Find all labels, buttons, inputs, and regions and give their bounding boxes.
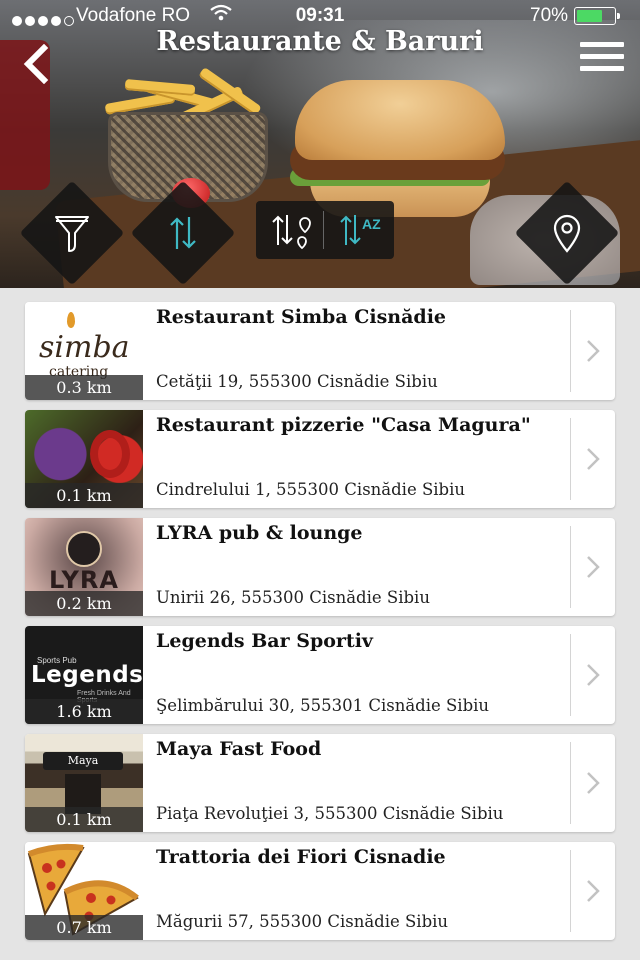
thumbnail-logo-text: Maya — [43, 752, 123, 770]
place-name: Restaurant pizzerie "Casa Magura" — [156, 414, 531, 436]
thumbnail-logo-text: LYRA — [49, 566, 119, 594]
sort-alphabetical-button[interactable]: AZ — [328, 201, 394, 259]
place-thumbnail: LYRA 0.2 km — [25, 518, 143, 616]
place-address: Cindrelului 1, 555300 Cisnădie Sibiu — [156, 480, 466, 499]
place-thumbnail: simba catering 0.3 km — [25, 302, 143, 400]
list-item[interactable]: 0.1 km Restaurant pizzerie "Casa Magura"… — [25, 410, 615, 508]
list-item[interactable]: simba catering 0.3 km Restaurant Simba C… — [25, 302, 615, 400]
list-item[interactable]: LYRA 0.2 km LYRA pub & lounge Unirii 26,… — [25, 518, 615, 616]
places-list: simba catering 0.3 km Restaurant Simba C… — [25, 302, 615, 950]
sort-az-icon: AZ — [340, 215, 381, 245]
distance-badge: 0.1 km — [25, 483, 143, 508]
menu-button[interactable] — [580, 42, 624, 74]
list-item[interactable]: Sports Pub Legends Fresh Drinks And Spor… — [25, 626, 615, 724]
place-name: Legends Bar Sportiv — [156, 630, 373, 652]
list-item[interactable]: Maya 0.1 km Maya Fast Food Piaţa Revoluţ… — [25, 734, 615, 832]
distance-badge: 0.7 km — [25, 915, 143, 940]
sort-by-distance-icon — [272, 215, 311, 250]
thumbnail-logo-text: Legends — [31, 662, 143, 688]
place-address: Măgurii 57, 555300 Cisnădie Sibiu — [156, 912, 449, 931]
place-address: Cetăţii 19, 555300 Cisnădie Sibiu — [156, 372, 438, 391]
chevron-right-icon — [587, 664, 600, 686]
distance-badge: 0.2 km — [25, 591, 143, 616]
place-thumbnail: 0.1 km — [25, 410, 143, 508]
distance-badge: 1.6 km — [25, 699, 143, 724]
place-thumbnail: Sports Pub Legends Fresh Drinks And Spor… — [25, 626, 143, 724]
sort-by-distance-button[interactable] — [256, 201, 322, 259]
place-name: Trattoria dei Fiori Cisnadie — [156, 846, 446, 868]
chevron-right-icon — [587, 448, 600, 470]
battery-icon — [574, 7, 620, 25]
hamburger-menu-icon — [580, 42, 624, 47]
place-thumbnail: 0.7 km — [25, 842, 143, 940]
place-name: Maya Fast Food — [156, 738, 322, 760]
sort-az-label: AZ — [362, 216, 381, 232]
divider — [570, 418, 571, 500]
battery-percent: 70% — [530, 5, 569, 26]
chevron-right-icon — [587, 880, 600, 902]
page-title: Restaurante & Baruri — [156, 26, 484, 57]
place-name: Restaurant Simba Cisnădie — [156, 306, 447, 328]
divider — [570, 742, 571, 824]
distance-badge: 0.1 km — [25, 807, 143, 832]
divider — [570, 526, 571, 608]
chevron-right-icon — [587, 340, 600, 362]
place-name: LYRA pub & lounge — [156, 522, 363, 544]
list-item[interactable]: 0.7 km Trattoria dei Fiori Cisnadie Măgu… — [25, 842, 615, 940]
place-thumbnail: Maya 0.1 km — [25, 734, 143, 832]
place-address: Şelimbărului 30, 555301 Cisnădie Sibiu — [156, 696, 490, 715]
divider — [570, 850, 571, 932]
place-address: Unirii 26, 555300 Cisnădie Sibiu — [156, 588, 430, 607]
thumbnail-logo-text: simba — [39, 330, 130, 365]
divider — [570, 634, 571, 716]
chevron-right-icon — [587, 556, 600, 578]
sort-options-panel: AZ — [256, 201, 394, 259]
distance-badge: 0.3 km — [25, 375, 143, 400]
place-address: Piaţa Revoluţiei 3, 555300 Cisnădie Sibi… — [156, 804, 504, 823]
divider — [570, 310, 571, 392]
chevron-right-icon — [587, 772, 600, 794]
